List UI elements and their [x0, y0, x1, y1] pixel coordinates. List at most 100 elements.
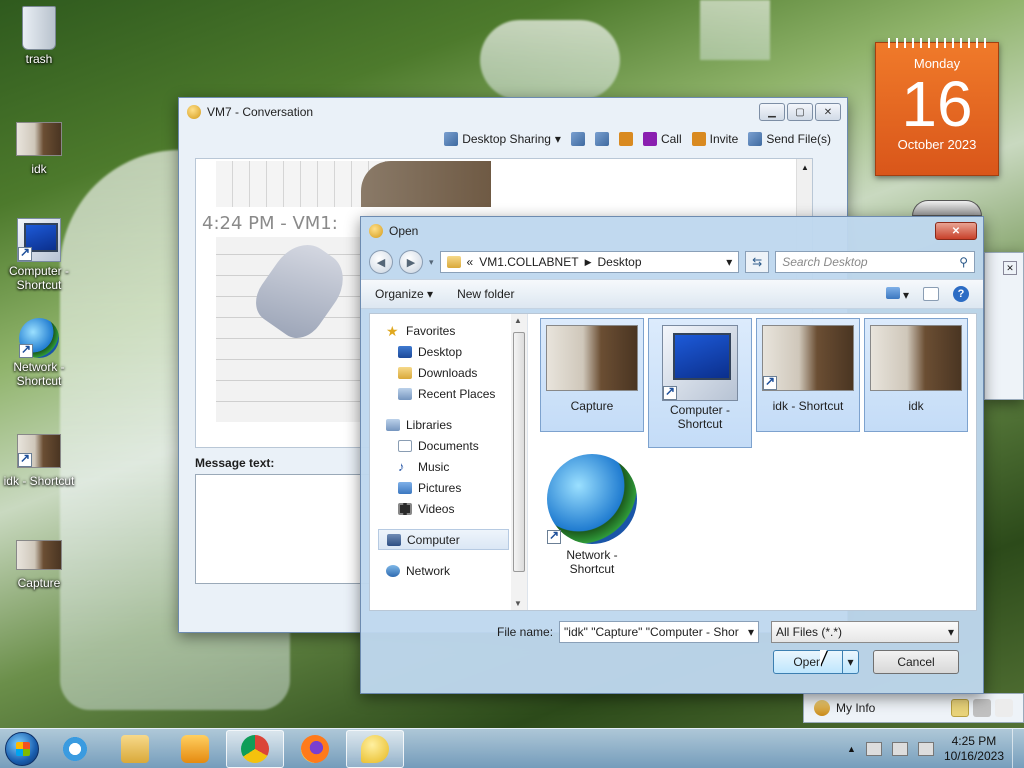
calendar-gadget[interactable]: Monday 16 October 2023	[875, 38, 999, 176]
scroll-up-icon[interactable]: ▲	[801, 163, 809, 172]
videos-icon	[398, 502, 412, 515]
nav-item-desktop[interactable]: Desktop	[386, 341, 527, 362]
cancel-button[interactable]: Cancel	[873, 650, 959, 674]
volume-muted-icon[interactable]	[917, 741, 934, 756]
action-center-flag-icon[interactable]	[865, 741, 882, 756]
open-dialog-titlebar[interactable]: Open ✕	[361, 217, 983, 245]
invite-button[interactable]: Invite	[691, 132, 738, 146]
desktop-icon-idk-shortcut[interactable]: idk - Shortcut	[0, 434, 78, 488]
refresh-button[interactable]: ⇆	[745, 251, 770, 273]
music-icon: ♪	[398, 458, 405, 474]
taskbar-chrome[interactable]	[226, 729, 284, 768]
taskbar: ▲ 4:25 PM 10/16/2023	[0, 728, 1024, 768]
taskbar-internet-explorer[interactable]	[46, 730, 104, 768]
conversation-titlebar[interactable]: VM7 - Conversation ▁ ▢ ✕	[179, 98, 847, 126]
nav-item-computer[interactable]: Computer	[378, 529, 509, 550]
shortcut-arrow-icon	[19, 342, 33, 358]
desktop-icon-computer-shortcut[interactable]: Computer - Shortcut	[0, 218, 78, 292]
scrollbar-thumb[interactable]	[513, 332, 525, 572]
online-status-icon[interactable]	[951, 699, 969, 717]
breadcrumb-current[interactable]: Desktop	[597, 255, 641, 269]
desktop-icon-capture[interactable]: Capture	[0, 540, 78, 590]
clock-gadget[interactable]	[912, 200, 982, 216]
chevron-down-icon[interactable]: ▾	[748, 625, 754, 639]
show-hidden-icons-icon[interactable]: ▲	[847, 744, 856, 754]
file-list[interactable]: Capture Computer - Shortcut idk - Shortc…	[528, 314, 976, 610]
chevron-down-icon[interactable]: ▾	[948, 625, 954, 639]
whiteboard-button[interactable]	[594, 132, 609, 146]
start-button[interactable]	[0, 729, 44, 768]
nav-item-documents[interactable]: Documents	[386, 435, 527, 456]
open-options-chevron-icon[interactable]: ▾	[843, 650, 859, 674]
file-type-select[interactable]: All Files (*.*) ▾	[771, 621, 959, 643]
nav-item-downloads[interactable]: Downloads	[386, 362, 527, 383]
nav-label: Pictures	[418, 480, 462, 495]
nav-item-videos[interactable]: Videos	[386, 498, 527, 519]
nav-item-network[interactable]: Network	[386, 560, 527, 581]
open-file-dialog[interactable]: Open ✕ ◀ ▶ ▾ « VM1.COLLABNET ▶ Desktop ▾…	[360, 216, 984, 694]
nav-item-favorites[interactable]: ★ Favorites	[386, 320, 527, 341]
offline-status-icon[interactable]	[995, 699, 1013, 717]
file-item-idk-shortcut[interactable]: idk - Shortcut	[756, 318, 860, 432]
breadcrumb-root[interactable]: VM1.COLLABNET	[479, 255, 578, 269]
navigation-scrollbar[interactable]: ▲ ▼	[511, 314, 527, 610]
navigation-pane[interactable]: ★ Favorites Desktop Downloads Recent Plac…	[370, 314, 528, 610]
search-input[interactable]: Search Desktop ⚲	[775, 251, 976, 273]
file-item-computer-shortcut[interactable]: Computer - Shortcut	[648, 318, 752, 448]
network-status-icon[interactable]	[891, 741, 908, 756]
shared-image-latest[interactable]	[216, 237, 361, 422]
nav-item-recent-places[interactable]: Recent Places	[386, 383, 527, 404]
scroll-down-icon[interactable]: ▼	[514, 599, 522, 608]
taskbar-firefox[interactable]	[286, 730, 344, 768]
file-item-idk[interactable]: idk	[864, 318, 968, 432]
nav-item-pictures[interactable]: Pictures	[386, 477, 527, 498]
video-camera-icon	[642, 132, 657, 146]
close-button[interactable]: ✕	[815, 103, 841, 121]
organize-button[interactable]: Organize ▾	[375, 287, 433, 301]
change-view-button[interactable]: ▾	[885, 286, 909, 302]
taskbar-messenger[interactable]	[346, 729, 404, 768]
scroll-up-icon[interactable]: ▲	[514, 316, 522, 325]
nav-item-libraries[interactable]: Libraries	[386, 414, 527, 435]
close-icon[interactable]: ✕	[1003, 261, 1017, 275]
emoticon-button[interactable]	[618, 132, 633, 146]
taskbar-file-explorer[interactable]	[106, 730, 164, 768]
file-name-input[interactable]: "idk" "Capture" "Computer - Shor ▾	[559, 621, 760, 643]
preview-pane-icon[interactable]	[923, 287, 939, 301]
background-window[interactable]: ✕	[984, 252, 1024, 400]
open-button[interactable]: Open	[773, 650, 843, 674]
help-icon[interactable]: ?	[953, 286, 969, 302]
close-button[interactable]: ✕	[935, 222, 977, 240]
desktop-icon-trash[interactable]: trash	[0, 6, 78, 66]
chevron-down-icon[interactable]: ▾	[726, 255, 732, 269]
file-item-network-shortcut[interactable]: Network - Shortcut	[540, 448, 644, 578]
new-folder-button[interactable]: New folder	[457, 287, 514, 301]
notes-button[interactable]	[570, 132, 585, 146]
maximize-button[interactable]: ▢	[787, 103, 813, 121]
away-status-icon[interactable]	[973, 699, 991, 717]
file-item-capture[interactable]: Capture	[540, 318, 644, 432]
taskbar-media-player[interactable]	[166, 730, 224, 768]
my-info-label[interactable]: My Info	[836, 701, 875, 715]
messenger-status-bar[interactable]: My Info	[803, 693, 1024, 723]
breadcrumb-overflow[interactable]: «	[467, 255, 474, 269]
recent-pages-chevron-icon[interactable]: ▾	[429, 257, 434, 268]
forward-button[interactable]: ▶	[398, 250, 423, 274]
breadcrumb-separator-icon[interactable]: ▶	[585, 257, 592, 268]
desktop-icon-network-shortcut[interactable]: Network - Shortcut	[0, 318, 78, 388]
nav-label: Computer	[407, 532, 460, 547]
call-button[interactable]: Call	[642, 132, 682, 146]
address-bar[interactable]: « VM1.COLLABNET ▶ Desktop ▾	[439, 251, 740, 273]
back-button[interactable]: ◀	[369, 250, 393, 274]
minimize-button[interactable]: ▁	[759, 103, 785, 121]
desktop-icon-label: trash	[25, 52, 53, 66]
desktop-sharing-button[interactable]: Desktop Sharing ▾	[444, 132, 561, 146]
send-files-button[interactable]: Send File(s)	[748, 132, 831, 146]
taskbar-clock[interactable]: 4:25 PM 10/16/2023	[944, 734, 1004, 764]
desktop-icon-idk[interactable]: idk	[0, 122, 78, 176]
desktop-icon-label: idk	[31, 162, 47, 176]
shared-image-previous[interactable]	[216, 161, 491, 207]
invite-users-icon	[691, 132, 706, 146]
show-desktop-button[interactable]	[1012, 728, 1024, 768]
nav-item-music[interactable]: ♪ Music	[386, 456, 527, 477]
